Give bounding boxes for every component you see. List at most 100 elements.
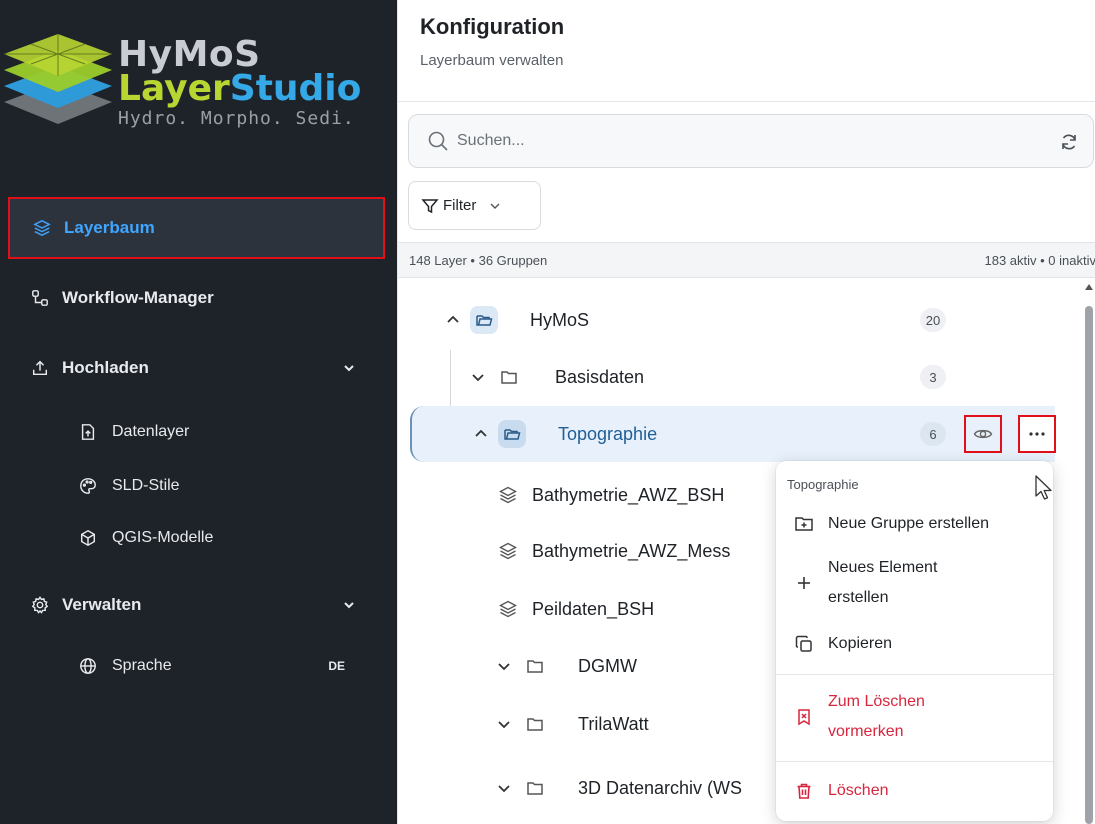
chevron-down-icon (490, 203, 500, 209)
tree-item-label: 3D Datenarchiv (WS (578, 777, 743, 798)
menu-divider (776, 674, 1053, 675)
chevron-down-icon[interactable] (496, 716, 512, 732)
plus-icon (794, 573, 814, 593)
brand-name-studio: Studio (229, 68, 362, 109)
tree-item-label: Topographie (558, 423, 658, 444)
workflow-icon (30, 288, 50, 308)
tree-item-label: Peildaten_BSH (532, 598, 655, 619)
chevron-down-icon[interactable] (496, 658, 512, 674)
tree-item-label: Bathymetrie_AWZ_Mess (532, 540, 731, 561)
sidebar-item-workflow-manager[interactable]: Workflow-Manager (0, 278, 397, 318)
page-subtitle: Layerbaum verwalten (420, 52, 564, 69)
sidebar-item-label: Verwalten (62, 595, 142, 614)
sidebar-item-verwalten[interactable]: Verwalten (0, 585, 397, 625)
layers-icon (499, 542, 517, 560)
sidebar-item-label: QGIS-Modelle (112, 529, 214, 546)
chevron-up-icon[interactable] (445, 312, 461, 328)
app-window: HyMoS LayerStudio Hydro. Morpho. Sedi. L… (0, 0, 1095, 824)
menu-divider (776, 761, 1053, 762)
tree-item-label: TrilaWatt (578, 713, 649, 734)
menu-item-label: Löschen (828, 782, 889, 799)
scroll-up-arrow[interactable] (1085, 284, 1093, 290)
tree-item-label: HyMoS (530, 309, 590, 330)
search-input[interactable] (457, 132, 1017, 150)
filter-icon (421, 198, 439, 213)
item-count-badge: 3 (920, 365, 946, 389)
search-bar (408, 114, 1094, 168)
menu-item-copy[interactable]: Kopieren (776, 627, 1053, 661)
menu-item-mark-for-deletion[interactable]: Zum Löschen vormerken (776, 687, 1053, 747)
layer-stack-logo-icon (4, 34, 112, 124)
tree-row-hymos[interactable]: HyMoS 20 (398, 292, 1095, 348)
sidebar-item-label: Layerbaum (64, 218, 155, 237)
header-divider (398, 101, 1095, 102)
sidebar-item-label: Datenlayer (112, 423, 190, 440)
layers-icon (499, 486, 517, 504)
sidebar-item-datenlayer[interactable]: Datenlayer (0, 412, 397, 452)
visibility-toggle-button[interactable] (964, 415, 1002, 453)
filter-label: Filter (443, 197, 477, 214)
layers-icon (499, 600, 517, 618)
language-badge: DE (328, 659, 345, 673)
refresh-icon[interactable] (1059, 132, 1079, 152)
item-count-badge: 20 (920, 308, 946, 332)
sidebar-item-layerbaum[interactable]: Layerbaum (8, 197, 385, 259)
chevron-down-icon[interactable] (496, 780, 512, 796)
sidebar-item-sld-stile[interactable]: SLD-Stile (0, 466, 397, 506)
scrollbar-thumb[interactable] (1085, 306, 1093, 824)
menu-item-delete[interactable]: Löschen (776, 774, 1053, 808)
tree-item-label: DGMW (578, 655, 637, 676)
ellipsis-icon (1029, 432, 1045, 436)
cube-icon (78, 528, 98, 548)
active-inactive-count: 183 aktiv • 0 inaktiv (984, 253, 1095, 268)
folder-icon (495, 363, 523, 391)
tree-item-label: Bathymetrie_AWZ_BSH (532, 484, 725, 505)
brand-name: HyMoS (118, 34, 261, 75)
bookmark-x-icon (794, 707, 814, 727)
chevron-down-icon[interactable] (343, 599, 355, 611)
item-count-badge: 6 (920, 422, 946, 446)
menu-item-label: Kopieren (828, 635, 893, 652)
chevron-down-icon[interactable] (343, 362, 355, 374)
tree-item-label: Basisdaten (555, 366, 645, 387)
menu-item-new-group[interactable]: Neue Gruppe erstellen (776, 507, 1053, 541)
sidebar: HyMoS LayerStudio Hydro. Morpho. Sedi. L… (0, 0, 397, 824)
sidebar-item-sprache[interactable]: Sprache DE (0, 646, 397, 686)
file-upload-icon (78, 422, 98, 442)
brand-tagline: Hydro. Morpho. Sedi. (118, 108, 355, 129)
tree-row-basisdaten[interactable]: Basisdaten 3 (398, 349, 1095, 405)
more-options-button[interactable] (1018, 415, 1056, 453)
folder-icon (521, 652, 549, 680)
filter-button[interactable]: Filter (408, 181, 541, 230)
sidebar-item-label: SLD-Stile (112, 477, 180, 494)
menu-item-label: Neues Element (828, 559, 938, 576)
brand-logo[interactable]: HyMoS LayerStudio Hydro. Morpho. Sedi. (0, 0, 397, 168)
copy-icon (794, 634, 814, 654)
menu-item-label: erstellen (828, 589, 889, 606)
sidebar-item-hochladen[interactable]: Hochladen (0, 348, 397, 388)
folder-open-icon (498, 420, 526, 448)
chevron-up-icon[interactable] (473, 426, 489, 442)
palette-icon (78, 476, 98, 496)
folder-open-icon (470, 306, 498, 334)
sidebar-item-label: Sprache (112, 657, 172, 674)
layers-icon (32, 218, 52, 238)
page-title: Konfiguration (420, 14, 565, 39)
sidebar-item-label: Workflow-Manager (62, 288, 214, 307)
menu-item-new-element[interactable]: Neues Element erstellen (776, 553, 1053, 613)
eye-icon (973, 429, 993, 439)
context-menu: Topographie Neue Gruppe erstellen Neues … (776, 461, 1053, 821)
menu-item-label: vormerken (828, 723, 904, 740)
globe-icon (78, 656, 98, 676)
trash-icon (794, 781, 814, 801)
chevron-down-icon[interactable] (470, 369, 486, 385)
menu-item-label: Neue Gruppe erstellen (828, 515, 989, 532)
settings-icon (30, 595, 50, 615)
context-menu-title: Topographie (787, 477, 859, 492)
sidebar-item-qgis-modelle[interactable]: QGIS-Modelle (0, 518, 397, 558)
mouse-pointer-icon (1035, 475, 1052, 500)
search-icon (428, 131, 448, 151)
layer-group-count: 148 Layer • 36 Gruppen (409, 253, 548, 268)
folder-icon (521, 710, 549, 738)
stats-bar: 148 Layer • 36 Gruppen 183 aktiv • 0 ina… (398, 242, 1095, 278)
